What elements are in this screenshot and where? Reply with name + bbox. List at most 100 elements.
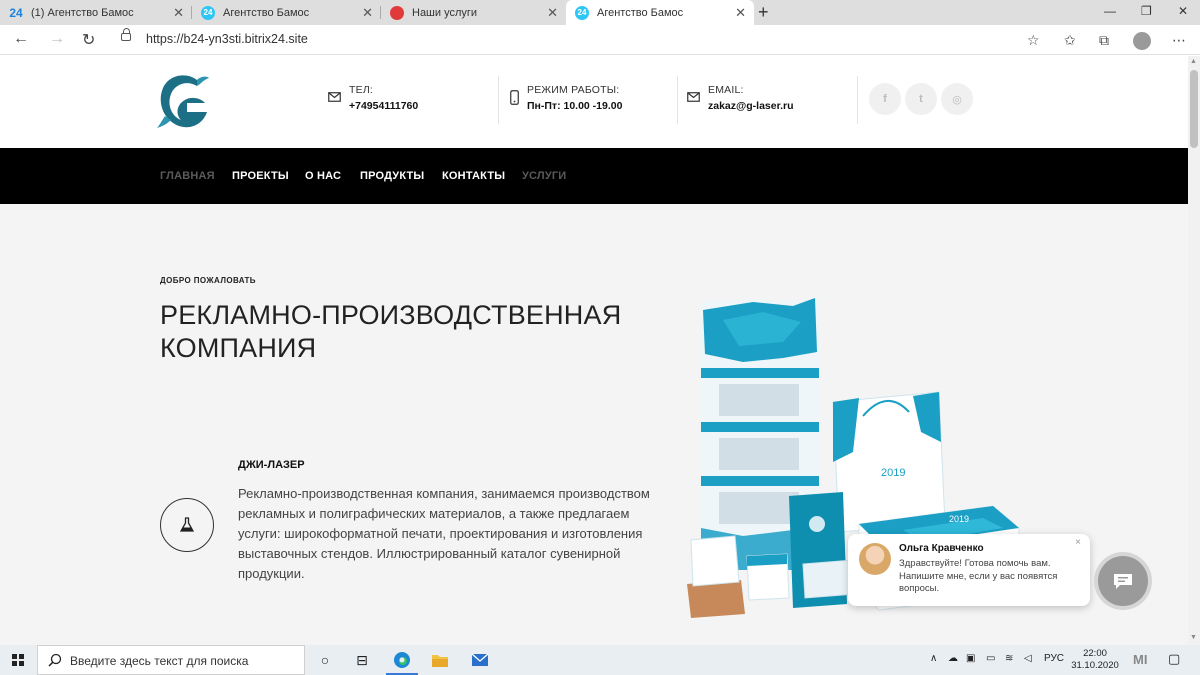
refresh-icon[interactable]: ↻ [82,30,95,50]
lock-icon [121,28,131,41]
system-clock[interactable]: 22:00 31.10.2020 [1070,648,1120,672]
wifi-icon[interactable]: ≋ [1005,653,1013,664]
envelope-icon [687,92,700,102]
red-circle-icon [390,5,404,20]
email-value[interactable]: zakaz@g-laser.ru [708,100,794,112]
tab-close-icon[interactable]: ✕ [735,5,746,21]
mail-icon[interactable] [470,650,490,670]
browser-tab[interactable]: Наши услуги ✕ [381,0,566,25]
chat-message: Здравствуйте! Готова помочь вам. Напишит… [899,558,1058,594]
maximize-icon[interactable]: ❐ [1141,4,1152,18]
collections-icon[interactable]: ⧉ [1099,32,1109,49]
search-placeholder: Введите здесь текст для поиска [70,654,249,668]
bitrix24-text-icon: 24 [9,5,23,20]
page-title: РЕКЛАМНО-ПРОИЗВОДСТВЕННАЯ КОМПАНИЯ [160,300,622,363]
hours-value: Пн-Пт: 10.00 -19.00 [527,100,623,112]
volume-icon[interactable]: ◁ [1024,653,1032,664]
profile-avatar[interactable] [1133,32,1151,50]
taskbar-search-input[interactable]: Введите здесь текст для поиска [37,645,305,675]
browser-tab[interactable]: 24 Агентство Бамос ✕ [192,0,381,25]
chat-popup[interactable]: Ольга Кравченко Здравствуйте! Готова пом… [848,534,1090,606]
battery-icon[interactable]: ▭ [986,653,995,664]
bitrix24-circle-icon: 24 [575,5,589,20]
phone-label: ТЕЛ: [349,84,374,96]
onedrive-icon[interactable]: ☁ [948,653,958,664]
scroll-down-icon[interactable]: ▼ [1190,634,1197,641]
tab-close-icon[interactable]: ✕ [547,5,558,21]
email-label: EMAIL: [708,84,744,96]
edge-browser-icon[interactable] [392,650,412,670]
instagram-icon[interactable]: ◎ [941,83,973,115]
page-viewport: ТЕЛ: +74954111760 РЕЖИМ РАБОТЫ: Пн-Пт: 1… [0,56,1188,645]
phone-value[interactable]: +74954111760 [349,100,418,112]
language-indicator[interactable]: РУС [1044,653,1064,664]
flask-icon [180,517,194,532]
minimize-icon[interactable]: — [1104,4,1116,18]
clock-date: 31.10.2020 [1071,660,1119,671]
back-icon[interactable]: ← [13,30,29,48]
camera-icon[interactable]: ▣ [966,653,975,664]
chat-bubble-icon [1114,573,1132,589]
forward-icon[interactable]: → [49,30,65,48]
browser-tab-active[interactable]: 24 Агентство Бамос ✕ [566,0,754,25]
company-name: ДЖИ-ЛАЗЕР [238,459,305,471]
bag-year: 2019 [881,467,905,479]
cortana-icon[interactable]: ○ [315,650,335,670]
more-menu-icon[interactable]: ⋯ [1172,32,1186,49]
nav-item-services[interactable]: УСЛУГИ [522,170,566,182]
contact-hours: РЕЖИМ РАБОТЫ: Пн-Пт: 10.00 -19.00 [510,84,622,112]
facebook-icon[interactable]: f [869,83,901,115]
company-logo[interactable] [157,72,209,130]
main-nav: ГЛАВНАЯ ПРОЕКТЫ О НАС ПРОДУКТЫ КОНТАКТЫ … [0,148,1188,204]
clock-time: 22:00 [1083,648,1107,659]
favorite-star-icon[interactable]: ☆ [1027,32,1040,49]
nav-item-contacts[interactable]: КОНТАКТЫ [442,170,505,182]
chat-close-icon[interactable]: × [1075,537,1081,548]
page-scrollbar[interactable]: ▲ ▼ [1188,56,1200,645]
nav-item-about[interactable]: О НАС [305,170,341,182]
favorites-bar-icon[interactable]: ✩ [1064,32,1076,49]
nav-item-products[interactable]: ПРОДУКТЫ [360,170,424,182]
tray-chevron-icon[interactable]: ∧ [930,653,937,664]
feature-icon-circle [160,498,214,552]
mobile-icon [510,90,519,105]
box-year: 2019 [949,514,969,524]
nav-item-projects[interactable]: ПРОЕКТЫ [232,170,289,182]
address-bar: ← → ↻ https://b24-yn3sti.bitrix24.site ☆… [0,25,1200,55]
windows-taskbar: Введите здесь текст для поиска ○ ⊟ ∧ ☁ ▣… [0,645,1200,675]
twitter-icon[interactable]: t [905,83,937,115]
open-chat-button[interactable] [1098,556,1148,606]
mi-logo-icon: MI [1133,652,1148,667]
welcome-label: ДОБРО ПОЖАЛОВАТЬ [160,276,256,285]
windows-start-icon[interactable] [12,654,24,666]
scroll-up-icon[interactable]: ▲ [1190,58,1197,65]
hours-label: РЕЖИМ РАБОТЫ: [527,84,620,96]
new-tab-icon[interactable]: + [758,2,769,23]
bitrix24-circle-icon: 24 [201,5,215,20]
file-explorer-icon[interactable] [430,650,450,670]
tab-close-icon[interactable]: ✕ [173,5,184,21]
operator-name: Ольга Кравченко [899,543,984,554]
notifications-icon[interactable]: ▢ [1168,651,1180,667]
divider [677,76,678,124]
nav-item-home[interactable]: ГЛАВНАЯ [160,170,215,182]
tab-title: Агентство Бамос [597,6,684,19]
operator-avatar [859,543,891,575]
tab-close-icon[interactable]: ✕ [362,5,373,21]
company-description: Рекламно-производственная компания, зани… [238,486,650,581]
contact-phone: ТЕЛ: +74954111760 [328,84,418,112]
divider [857,76,858,124]
tab-title: Наши услуги [412,6,478,19]
browser-tab[interactable]: 24 (1) Агентство Бамос ✕ [0,0,192,25]
site-header: ТЕЛ: +74954111760 РЕЖИМ РАБОТЫ: Пн-Пт: 1… [0,56,1188,148]
browser-tab-bar: 24 (1) Агентство Бамос ✕ 24 Агентство Ба… [0,0,1200,25]
scroll-thumb[interactable] [1190,70,1198,148]
tab-title: (1) Агентство Бамос [31,6,134,19]
search-icon [48,653,62,667]
envelope-icon [328,92,341,102]
url-input[interactable]: https://b24-yn3sti.bitrix24.site [146,32,308,46]
tab-title: Агентство Бамос [223,6,310,19]
divider [498,76,499,124]
window-close-icon[interactable]: ✕ [1178,4,1188,18]
task-view-icon[interactable]: ⊟ [352,650,372,670]
